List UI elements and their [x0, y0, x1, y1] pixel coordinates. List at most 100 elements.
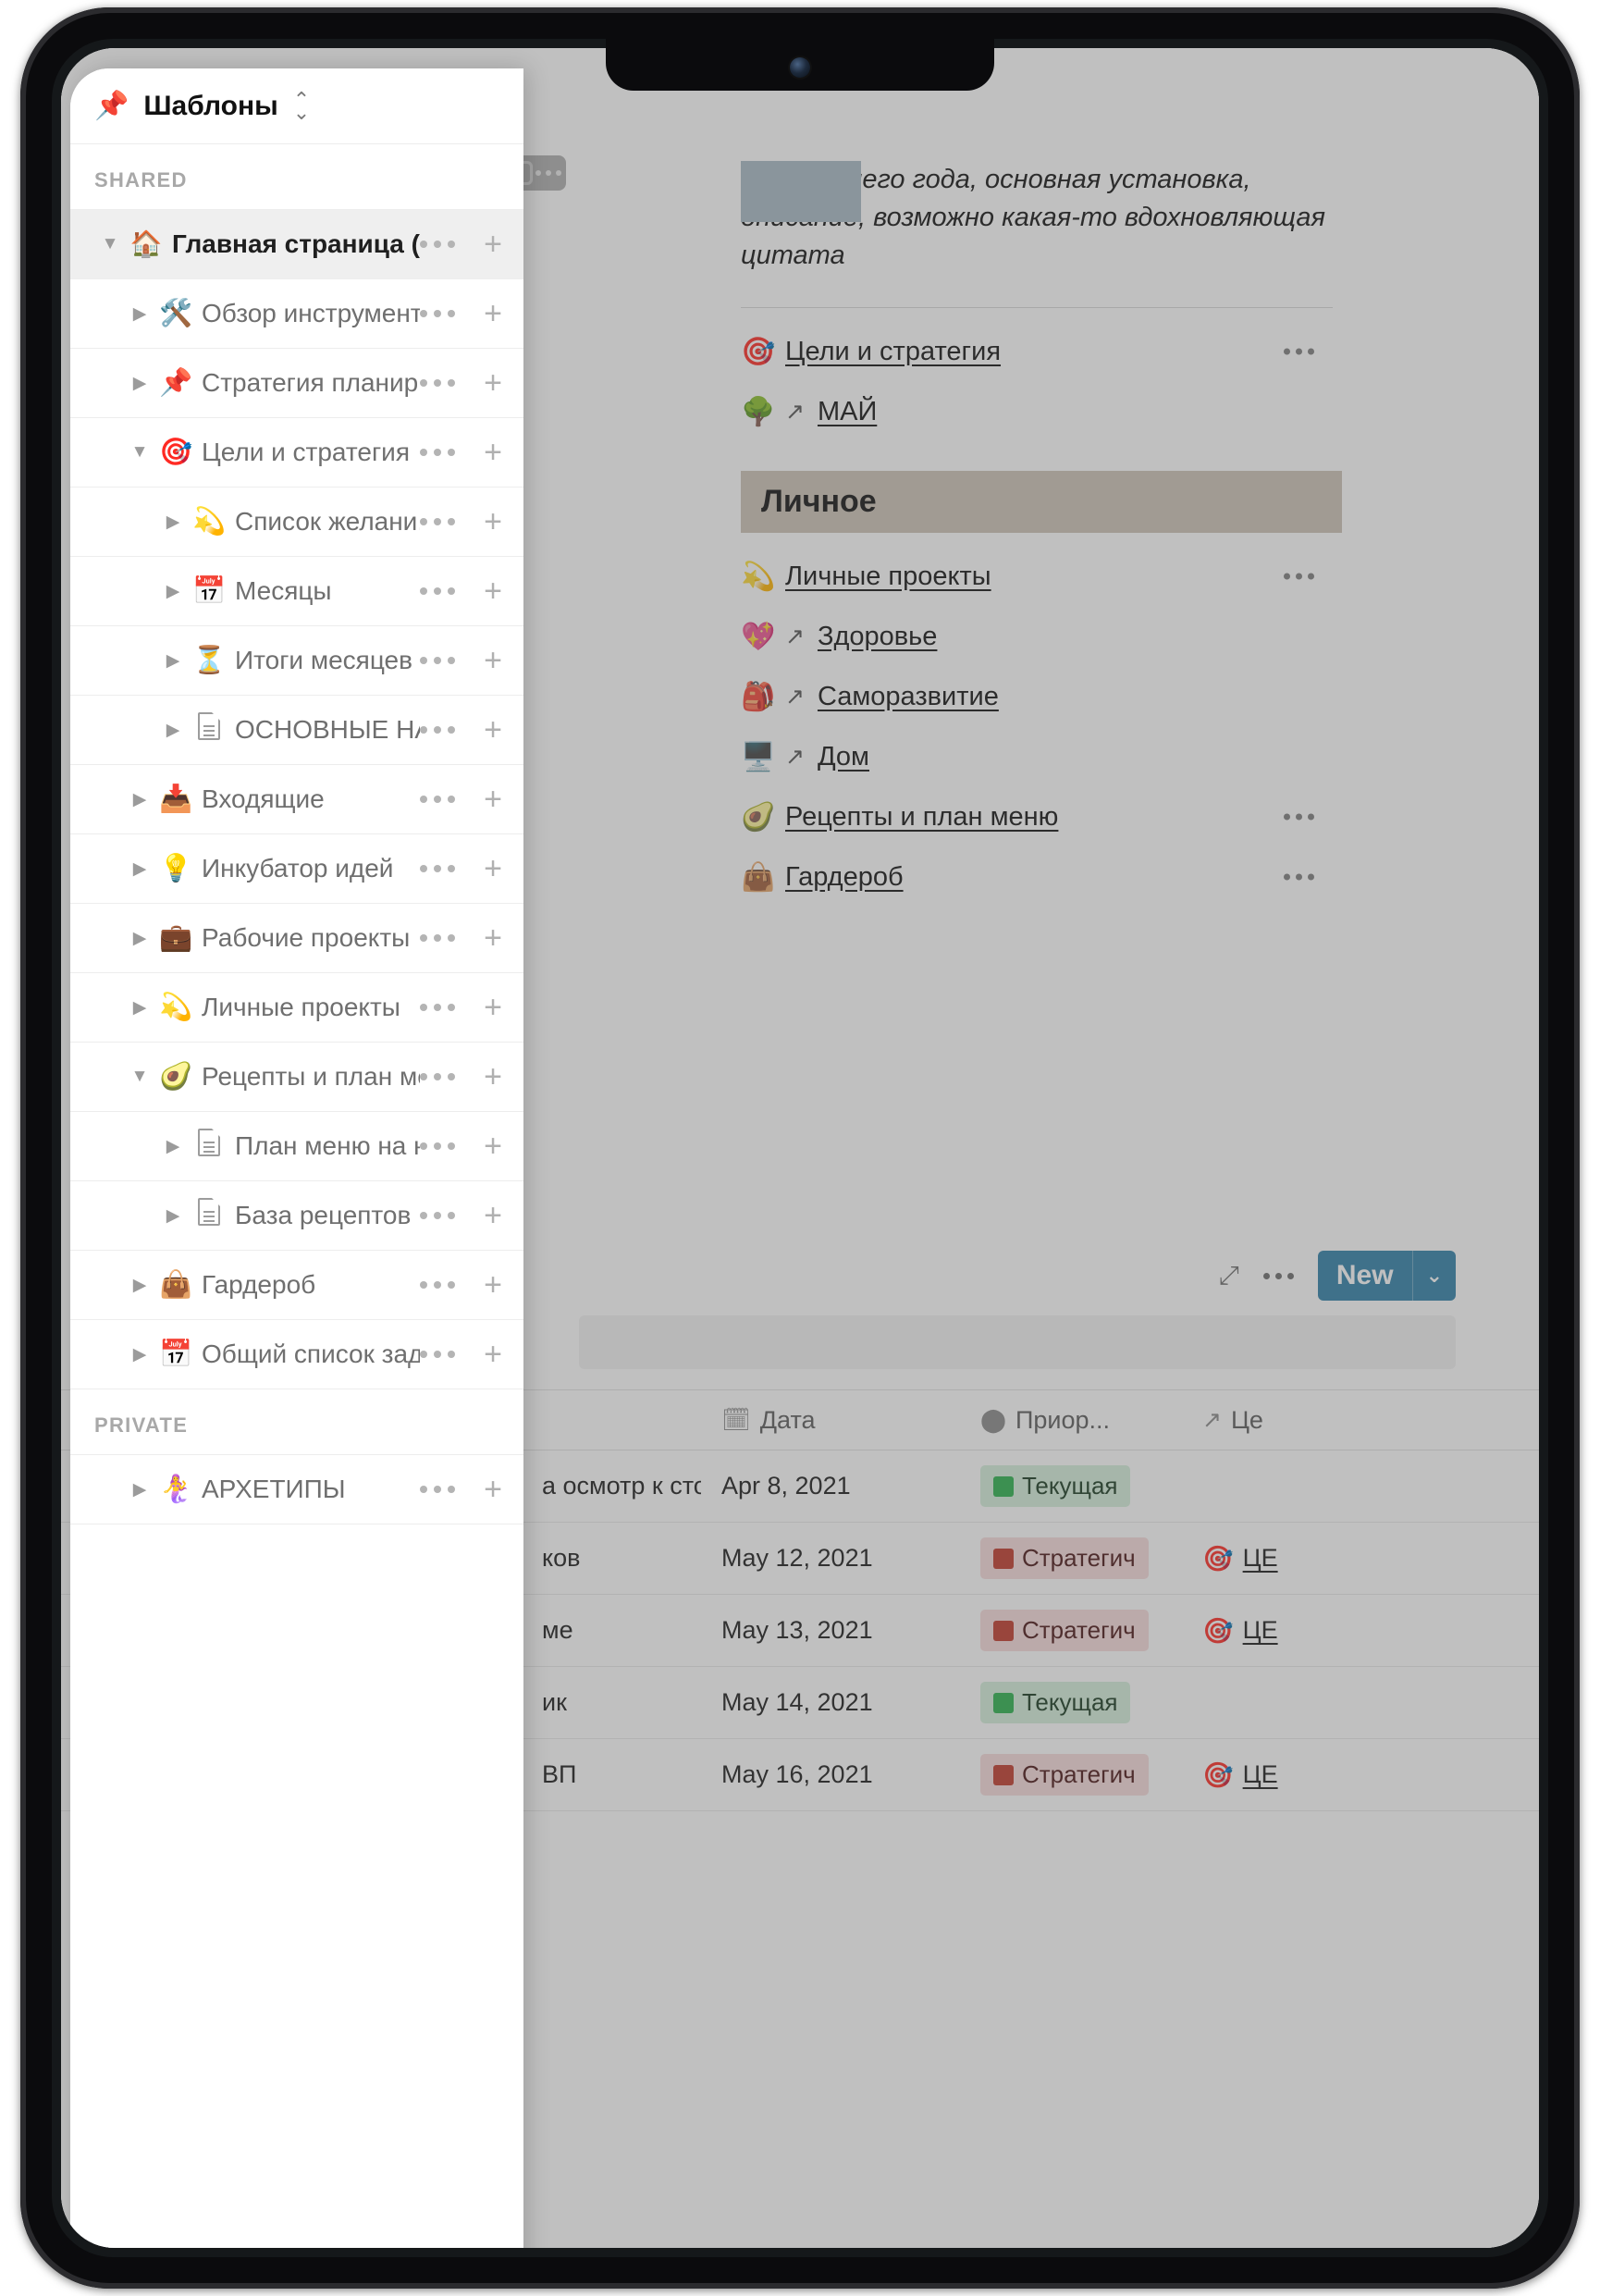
- cell-goal-label[interactable]: ЦЕ: [1243, 1760, 1278, 1789]
- cell-date[interactable]: May 13, 2021: [701, 1616, 960, 1645]
- cell-date[interactable]: May 16, 2021: [701, 1760, 960, 1789]
- page-link-may[interactable]: 🌳 ↗ МАЙ: [741, 396, 1342, 428]
- sidebar-item-more-icon[interactable]: [420, 657, 455, 664]
- sidebar-item-more-icon[interactable]: [420, 1142, 455, 1150]
- sidebar-item-9[interactable]: ▶ 💡 Инкубатор идей +: [70, 834, 523, 904]
- sidebar-item-more-icon[interactable]: [420, 934, 455, 942]
- sidebar-item-add-icon[interactable]: +: [479, 1474, 507, 1505]
- sidebar-item-more-icon[interactable]: [420, 1281, 455, 1289]
- sidebar-item-16[interactable]: ▶📅 Общий список зад... +: [70, 1320, 523, 1389]
- th-goal[interactable]: ↗ Це: [1182, 1406, 1422, 1435]
- chevron-right-icon[interactable]: ▶: [124, 789, 155, 810]
- personal-link-recipes-label[interactable]: Рецепты и план меню: [785, 802, 1058, 833]
- cell-date[interactable]: Apr 8, 2021: [701, 1472, 960, 1500]
- th-priority[interactable]: ⬤ Приор...: [960, 1406, 1182, 1435]
- sidebar-item-more-icon[interactable]: [420, 587, 455, 595]
- th-date[interactable]: 🗓 Дата: [701, 1406, 960, 1435]
- chevron-right-icon[interactable]: ▶: [124, 1479, 155, 1500]
- cell-date[interactable]: May 12, 2021: [701, 1544, 960, 1573]
- sidebar-item-add-icon[interactable]: +: [479, 1200, 507, 1231]
- cell-date[interactable]: May 14, 2021: [701, 1688, 960, 1717]
- personal-link-home-label[interactable]: Дом: [818, 742, 869, 772]
- sidebar-item-2[interactable]: ▶ 📌 Стратегия планир... +: [70, 349, 523, 418]
- sidebar-item-more-icon[interactable]: [420, 726, 455, 734]
- cell-goal-label[interactable]: ЦЕ: [1243, 1616, 1278, 1645]
- chevron-right-icon[interactable]: ▶: [157, 1205, 189, 1227]
- cell-goal[interactable]: 🎯 ЦЕ: [1182, 1616, 1422, 1646]
- sidebar-item-13[interactable]: ▶ План меню на н... +: [70, 1112, 523, 1181]
- sidebar-item-more-icon[interactable]: [420, 796, 455, 803]
- sidebar-item-6[interactable]: ▶ ⏳ Итоги месяцев +: [70, 626, 523, 696]
- page-link-goals[interactable]: 🎯 Цели и стратегия: [741, 336, 1342, 368]
- sidebar-item-add-icon[interactable]: +: [479, 784, 507, 815]
- cell-priority[interactable]: Стратегич: [960, 1754, 1182, 1796]
- sidebar-item-add-icon[interactable]: +: [479, 645, 507, 676]
- chevron-right-icon[interactable]: ▶: [157, 512, 189, 533]
- sidebar-item-11[interactable]: ▶ 💫 Личные проекты +: [70, 973, 523, 1043]
- personal-link-selfdev[interactable]: 🎒 ↗ Саморазвитие: [741, 681, 1342, 713]
- chevron-right-icon[interactable]: ▶: [124, 1344, 155, 1365]
- sidebar-item-3[interactable]: ▼ 🎯 Цели и стратегия +: [70, 418, 523, 488]
- personal-link-health[interactable]: 💖 ↗ Здоровье: [741, 621, 1342, 653]
- sidebar-item-more-icon[interactable]: [420, 518, 455, 525]
- sidebar-item-more-icon[interactable]: [420, 865, 455, 872]
- cell-priority[interactable]: Текущая: [960, 1682, 1182, 1723]
- cell-goal-label[interactable]: ЦЕ: [1243, 1544, 1278, 1573]
- sidebar-item-more-icon[interactable]: [420, 1351, 455, 1358]
- sidebar-item-0[interactable]: ▶ 🧜‍♀️ АРХЕТИПЫ +: [70, 1455, 523, 1524]
- chevron-right-icon[interactable]: ▶: [124, 303, 155, 325]
- sidebar-item-add-icon[interactable]: +: [479, 506, 507, 537]
- chevron-right-icon[interactable]: ▶: [157, 581, 189, 602]
- chevron-down-icon[interactable]: ▼: [124, 1067, 155, 1087]
- cell-priority[interactable]: Стратегич: [960, 1537, 1182, 1579]
- page-link-goals-label[interactable]: Цели и стратегия: [785, 337, 1001, 367]
- sidebar-item-add-icon[interactable]: +: [479, 922, 507, 954]
- sidebar-item-more-icon[interactable]: [420, 1212, 455, 1219]
- block-more-icon[interactable]: [535, 159, 562, 187]
- row-more-icon[interactable]: [1284, 873, 1314, 881]
- sidebar-item-8[interactable]: ▶ 📥 Входящие +: [70, 765, 523, 834]
- toolbar-more-icon[interactable]: [1262, 1272, 1294, 1279]
- chevron-right-icon[interactable]: ▶: [157, 720, 189, 741]
- cell-goal[interactable]: 🎯 ЦЕ: [1182, 1544, 1422, 1574]
- database-search-bar[interactable]: [579, 1315, 1456, 1369]
- chevron-down-icon[interactable]: ▼: [94, 234, 126, 254]
- sidebar-item-add-icon[interactable]: +: [479, 575, 507, 607]
- chevron-right-icon[interactable]: ▶: [124, 928, 155, 949]
- sidebar-item-add-icon[interactable]: +: [479, 437, 507, 468]
- chevron-right-icon[interactable]: ▶: [124, 373, 155, 394]
- sidebar-item-add-icon[interactable]: +: [479, 714, 507, 746]
- page-link-may-label[interactable]: МАЙ: [818, 397, 877, 427]
- sidebar-item-5[interactable]: ▶ 📅 Месяцы +: [70, 557, 523, 626]
- cell-goal[interactable]: 🎯 ЦЕ: [1182, 1760, 1422, 1790]
- sidebar-item-10[interactable]: ▶ 💼 Рабочие проекты +: [70, 904, 523, 973]
- sidebar-item-12[interactable]: ▼🥑 Рецепты и план ме... +: [70, 1043, 523, 1112]
- sidebar-item-more-icon[interactable]: [420, 1004, 455, 1011]
- sidebar-item-more-icon[interactable]: [420, 1486, 455, 1493]
- chevron-down-icon[interactable]: ▼: [124, 442, 155, 463]
- chevron-updown-icon[interactable]: ⌃ ⌄: [293, 90, 310, 122]
- sidebar-item-1[interactable]: ▶ 🛠️ Обзор инструмент... +: [70, 279, 523, 349]
- sidebar-item-add-icon[interactable]: +: [479, 992, 507, 1023]
- sidebar-item-15[interactable]: ▶ 👜 Гардероб +: [70, 1251, 523, 1320]
- sidebar-item-add-icon[interactable]: +: [479, 1269, 507, 1301]
- personal-link-recipes[interactable]: 🥑 Рецепты и план меню: [741, 801, 1342, 833]
- personal-link-projects[interactable]: 💫 Личные проекты: [741, 561, 1342, 593]
- sidebar-item-more-icon[interactable]: [420, 310, 455, 317]
- row-more-icon[interactable]: [1284, 348, 1314, 355]
- sidebar-item-add-icon[interactable]: +: [479, 298, 507, 329]
- chevron-right-icon[interactable]: ▶: [157, 650, 189, 672]
- cell-priority[interactable]: Текущая: [960, 1465, 1182, 1507]
- expand-icon[interactable]: ⤢: [1218, 1261, 1238, 1291]
- sidebar-item-add-icon[interactable]: +: [479, 1339, 507, 1370]
- personal-link-selfdev-label[interactable]: Саморазвитие: [818, 682, 999, 712]
- row-more-icon[interactable]: [1284, 573, 1314, 580]
- row-more-icon[interactable]: [1284, 813, 1314, 821]
- personal-link-wardrobe-label[interactable]: Гардероб: [785, 862, 904, 893]
- sidebar-item-14[interactable]: ▶ База рецептов +: [70, 1181, 523, 1251]
- personal-link-projects-label[interactable]: Личные проекты: [785, 562, 991, 592]
- sidebar-item-more-icon[interactable]: [420, 241, 455, 248]
- chevron-right-icon[interactable]: ▶: [157, 1136, 189, 1157]
- sidebar-item-add-icon[interactable]: +: [479, 367, 507, 399]
- chevron-right-icon[interactable]: ▶: [124, 997, 155, 1018]
